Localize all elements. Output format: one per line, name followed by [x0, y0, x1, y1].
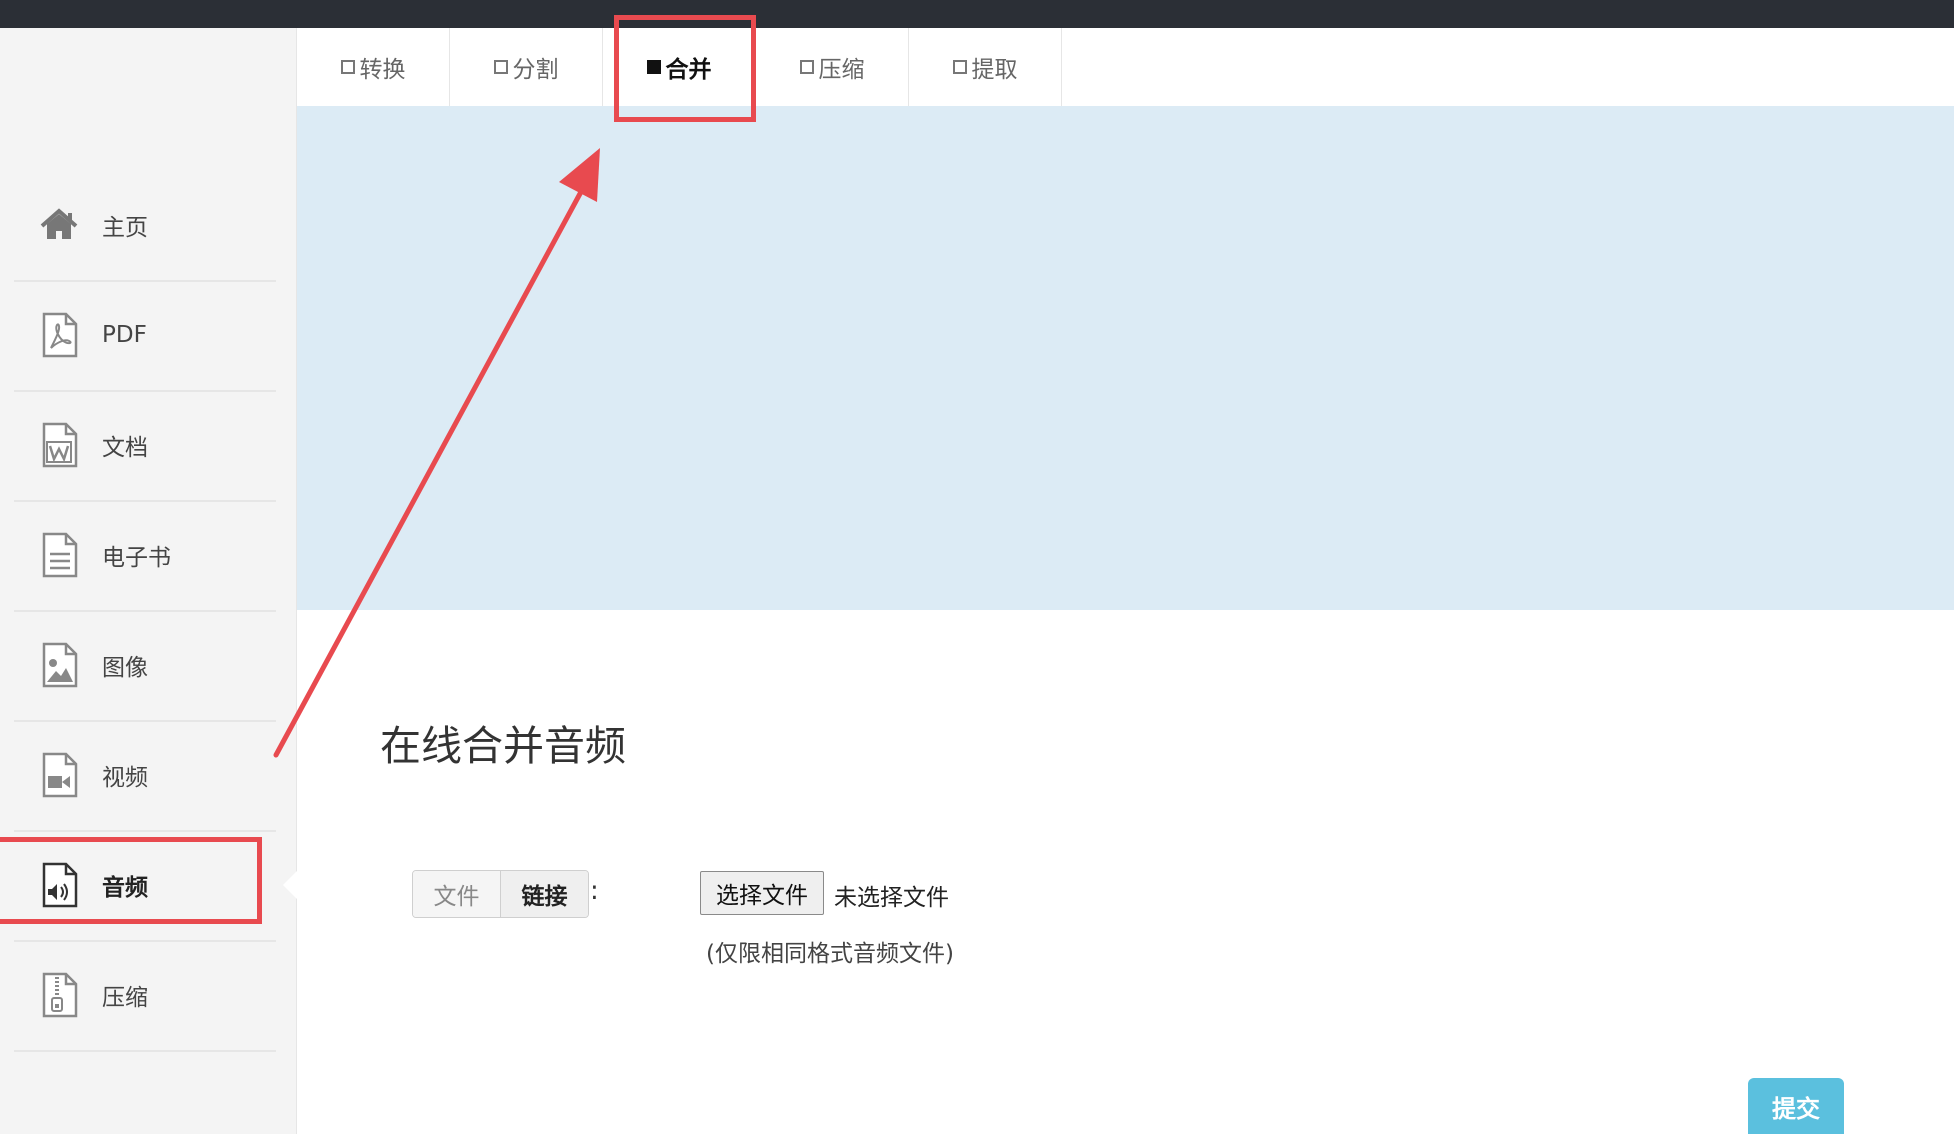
sidebar-item-label: 压缩	[102, 985, 148, 1011]
tab-label: 压缩	[818, 57, 865, 83]
image-file-icon	[42, 642, 78, 688]
sidebar: 主页 PDF 文档 电子书 图像 视频 音频 压缩	[0, 28, 297, 1134]
video-file-icon	[42, 752, 78, 798]
file-status-text: 未选择文件	[834, 885, 949, 911]
pdf-file-icon	[42, 312, 78, 358]
choose-file-button[interactable]: 选择文件	[700, 871, 824, 915]
banner-area	[297, 106, 1954, 610]
sidebar-item-label: 文档	[102, 435, 148, 461]
tab-label: 提取	[971, 57, 1018, 83]
checkbox-checked-icon	[646, 60, 661, 74]
sidebar-item-ebook[interactable]: 电子书	[14, 500, 276, 612]
checkbox-icon	[493, 60, 508, 74]
tab-compress[interactable]: 压缩	[756, 28, 909, 106]
home-icon	[40, 208, 78, 239]
tab-merge[interactable]: 合并	[603, 28, 756, 106]
active-indicator	[283, 871, 297, 899]
sidebar-item-document[interactable]: 文档	[14, 390, 276, 502]
tab-label: 分割	[512, 57, 559, 83]
tab-label: 合并	[665, 57, 712, 83]
sidebar-item-label: 视频	[102, 765, 148, 791]
tool-tab-bar: 转换 分割 合并 压缩 提取	[297, 28, 1954, 106]
source-link-button[interactable]: 链接	[501, 871, 588, 917]
tab-extract[interactable]: 提取	[909, 28, 1062, 106]
format-hint: (仅限相同格式音频文件)	[706, 941, 954, 967]
sidebar-item-label: 电子书	[102, 545, 171, 571]
sidebar-item-label: PDF	[102, 322, 147, 348]
tab-label: 转换	[359, 57, 406, 83]
source-toggle: 文件 链接	[412, 870, 589, 918]
sidebar-item-image[interactable]: 图像	[14, 610, 276, 722]
submit-button[interactable]: 提交	[1748, 1078, 1844, 1134]
sidebar-item-pdf[interactable]: PDF	[14, 280, 276, 392]
tab-convert[interactable]: 转换	[297, 28, 450, 106]
page-title: 在线合并音频	[380, 722, 626, 770]
field-separator: :	[590, 876, 599, 906]
word-file-icon	[42, 422, 78, 468]
checkbox-icon	[799, 60, 814, 74]
checkbox-icon	[952, 60, 967, 74]
source-file-button[interactable]: 文件	[413, 871, 501, 917]
sidebar-item-video[interactable]: 视频	[14, 720, 276, 832]
tab-split[interactable]: 分割	[450, 28, 603, 106]
sidebar-item-label: 音频	[102, 875, 148, 901]
sidebar-item-audio[interactable]: 音频	[14, 830, 276, 942]
sidebar-item-label: 主页	[102, 215, 148, 241]
checkbox-icon	[340, 60, 355, 74]
ebook-file-icon	[42, 532, 78, 578]
sidebar-item-home[interactable]: 主页	[14, 170, 276, 282]
sidebar-item-archive[interactable]: 压缩	[14, 940, 276, 1052]
sidebar-item-label: 图像	[102, 655, 148, 681]
archive-file-icon	[42, 972, 78, 1018]
window-top-bar	[0, 0, 1954, 28]
audio-file-icon	[42, 862, 78, 908]
